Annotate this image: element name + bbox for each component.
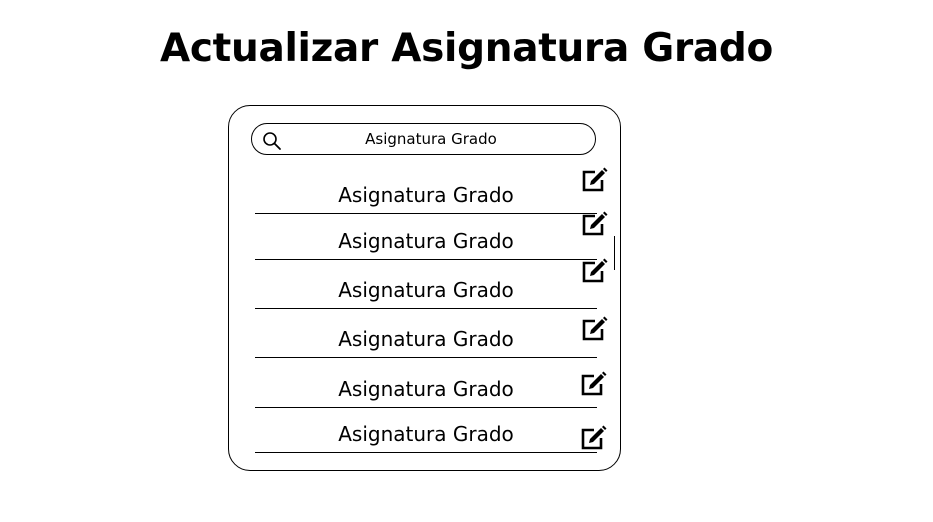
edit-icon[interactable]	[581, 167, 609, 193]
edit-button[interactable]	[581, 258, 609, 284]
edit-icon[interactable]	[581, 316, 609, 342]
list-item[interactable]: Asignatura Grado	[255, 170, 597, 214]
list-item[interactable]: Asignatura Grado	[255, 314, 597, 358]
row-divider	[255, 452, 597, 453]
edit-icon[interactable]	[580, 371, 608, 397]
row-divider	[255, 259, 597, 260]
edit-button[interactable]	[580, 371, 608, 397]
list-item-label: Asignatura Grado	[338, 377, 514, 401]
list-item-label: Asignatura Grado	[338, 327, 514, 351]
list-item[interactable]: Asignatura Grado	[255, 364, 597, 408]
row-divider	[255, 407, 597, 408]
list-item-label: Asignatura Grado	[338, 183, 514, 207]
list-item-label: Asignatura Grado	[338, 278, 514, 302]
search-icon[interactable]	[262, 131, 282, 151]
edit-button[interactable]	[581, 167, 609, 193]
edit-button[interactable]	[580, 425, 608, 451]
page-title: Actualizar Asignatura Grado	[159, 26, 774, 71]
list-item[interactable]: Asignatura Grado	[255, 265, 597, 309]
edit-icon[interactable]	[581, 258, 609, 284]
list-item-label: Asignatura Grado	[338, 229, 514, 253]
list-item[interactable]: Asignatura Grado	[255, 409, 597, 453]
scrollbar[interactable]	[614, 236, 615, 270]
edit-button[interactable]	[581, 316, 609, 342]
edit-icon[interactable]	[581, 211, 609, 237]
search-input[interactable]	[286, 124, 576, 153]
edit-button[interactable]	[581, 211, 609, 237]
edit-icon[interactable]	[580, 425, 608, 451]
subject-grade-list-panel: Asignatura Grado Asignatura Grado Asigna…	[228, 105, 621, 471]
row-divider	[255, 308, 597, 309]
row-divider	[255, 213, 597, 214]
list-item-label: Asignatura Grado	[338, 422, 514, 446]
search-bar[interactable]	[251, 123, 596, 155]
row-divider	[255, 357, 597, 358]
list-item[interactable]: Asignatura Grado	[255, 216, 597, 260]
